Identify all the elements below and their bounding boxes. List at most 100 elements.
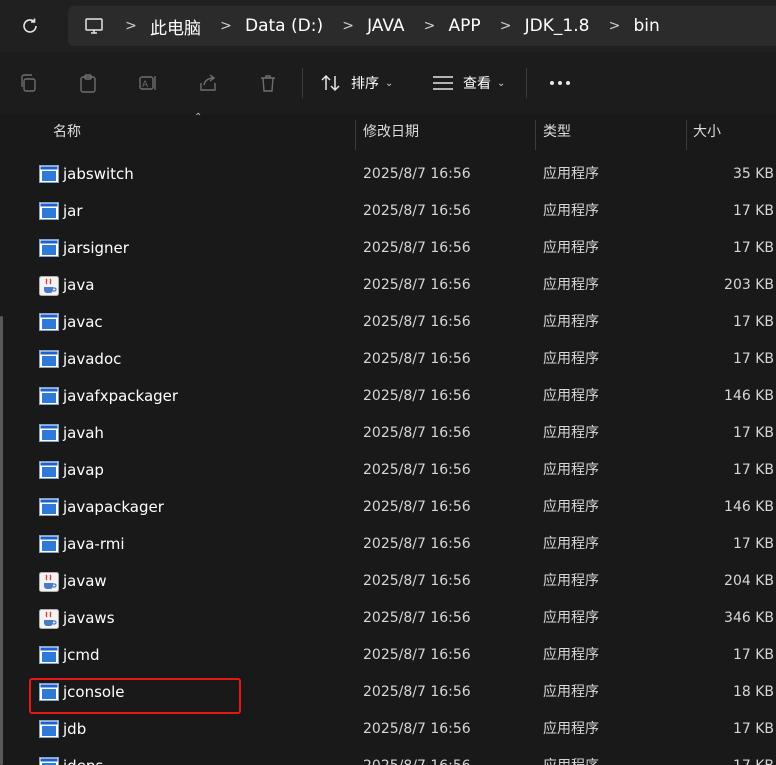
file-name[interactable]: jar xyxy=(63,193,83,230)
app-window-icon xyxy=(39,498,59,516)
file-row[interactable]: jabswitch 2025/8/7 16:56 应用程序 35 KB xyxy=(0,156,776,193)
file-type: 应用程序 xyxy=(543,166,599,182)
scrollbar[interactable] xyxy=(0,316,3,765)
file-date: 2025/8/7 16:56 xyxy=(363,721,471,737)
file-name[interactable]: javah xyxy=(63,415,104,452)
app-window-icon xyxy=(39,313,59,331)
this-pc-icon[interactable] xyxy=(84,17,106,35)
file-row[interactable]: jcmd 2025/8/7 16:56 应用程序 17 KB xyxy=(0,637,776,674)
file-size: 17 KB xyxy=(732,721,774,737)
chevron-right-icon[interactable]: > xyxy=(495,18,517,34)
breadcrumb-item-java[interactable]: JAVA xyxy=(367,16,404,36)
rename-icon[interactable]: A xyxy=(136,71,160,95)
file-row[interactable]: javaws 2025/8/7 16:56 应用程序 346 KB xyxy=(0,600,776,637)
file-date: 2025/8/7 16:56 xyxy=(363,462,471,478)
svg-text:A: A xyxy=(142,80,149,90)
file-date: 2025/8/7 16:56 xyxy=(363,748,471,765)
column-divider[interactable] xyxy=(535,120,536,150)
file-name[interactable]: javaw xyxy=(63,563,107,600)
column-date[interactable]: 修改日期 xyxy=(363,114,419,150)
file-type: 应用程序 xyxy=(543,314,599,330)
file-row[interactable]: javaw 2025/8/7 16:56 应用程序 204 KB xyxy=(0,563,776,600)
file-date: 2025/8/7 16:56 xyxy=(363,536,471,552)
column-size[interactable]: 大小 xyxy=(693,114,721,150)
refresh-icon[interactable] xyxy=(18,14,42,38)
app-window-icon xyxy=(39,239,59,257)
file-name[interactable]: jdeps xyxy=(63,748,103,765)
chevron-down-icon: ⌄ xyxy=(497,77,506,89)
chevron-right-icon[interactable]: > xyxy=(120,18,142,34)
file-name[interactable]: javap xyxy=(63,452,104,489)
file-row[interactable]: javap 2025/8/7 16:56 应用程序 17 KB xyxy=(0,452,776,489)
column-type[interactable]: 类型 xyxy=(543,114,571,150)
app-window-icon xyxy=(39,535,59,553)
chevron-right-icon[interactable]: > xyxy=(215,18,237,34)
app-window-icon xyxy=(39,757,59,765)
breadcrumb-item-drive[interactable]: Data (D:) xyxy=(245,16,323,36)
file-type: 应用程序 xyxy=(543,721,599,737)
chevron-right-icon[interactable]: > xyxy=(419,18,441,34)
breadcrumb-item-app[interactable]: APP xyxy=(449,16,481,36)
sort-button[interactable]: 排序 ⌄ xyxy=(320,68,393,98)
file-size: 35 KB xyxy=(732,166,774,182)
file-name[interactable]: jabswitch xyxy=(63,156,134,193)
file-name[interactable]: jcmd xyxy=(63,637,100,674)
java-coffee-icon xyxy=(39,276,59,296)
breadcrumb-item-bin[interactable]: bin xyxy=(633,16,659,36)
file-name[interactable]: javafxpackager xyxy=(63,378,178,415)
breadcrumb-item-this-pc[interactable]: 此电脑 xyxy=(150,14,201,39)
file-name[interactable]: javaws xyxy=(63,600,115,637)
file-type: 应用程序 xyxy=(543,647,599,663)
file-row[interactable]: java 2025/8/7 16:56 应用程序 203 KB xyxy=(0,267,776,304)
toolbar-divider xyxy=(302,68,303,98)
sort-icon xyxy=(320,74,344,92)
column-divider[interactable] xyxy=(355,120,356,150)
file-row[interactable]: jar 2025/8/7 16:56 应用程序 17 KB xyxy=(0,193,776,230)
file-name[interactable]: jarsigner xyxy=(63,230,129,267)
java-coffee-icon xyxy=(39,609,59,629)
delete-icon[interactable] xyxy=(256,71,280,95)
chevron-right-icon[interactable]: > xyxy=(603,18,625,34)
file-size: 203 KB xyxy=(724,277,774,293)
breadcrumb-item-jdk[interactable]: JDK_1.8 xyxy=(525,16,590,36)
file-size: 17 KB xyxy=(732,425,774,441)
file-name[interactable]: javadoc xyxy=(63,341,121,378)
file-name[interactable]: java-rmi xyxy=(63,526,125,563)
view-button[interactable]: 查看 ⌄ xyxy=(432,68,505,98)
file-name[interactable]: javac xyxy=(63,304,103,341)
column-divider[interactable] xyxy=(686,120,687,150)
file-type: 应用程序 xyxy=(543,351,599,367)
file-row[interactable]: java-rmi 2025/8/7 16:56 应用程序 17 KB xyxy=(0,526,776,563)
file-row[interactable]: javapackager 2025/8/7 16:56 应用程序 146 KB xyxy=(0,489,776,526)
file-size: 17 KB xyxy=(732,351,774,367)
java-coffee-icon xyxy=(39,572,59,592)
file-name[interactable]: java xyxy=(63,267,94,304)
file-list: jabswitch 2025/8/7 16:56 应用程序 35 KB jar 2025/… xyxy=(0,150,776,765)
more-options-icon[interactable] xyxy=(548,71,572,95)
file-date: 2025/8/7 16:56 xyxy=(363,573,471,589)
toolbar-divider xyxy=(526,68,527,98)
file-row[interactable]: jdb 2025/8/7 16:56 应用程序 17 KB xyxy=(0,711,776,748)
breadcrumb[interactable]: > 此电脑 > Data (D:) > JAVA > APP > JDK_1.8… xyxy=(68,6,776,46)
view-list-icon xyxy=(432,75,456,91)
file-row[interactable]: javah 2025/8/7 16:56 应用程序 17 KB xyxy=(0,415,776,452)
chevron-right-icon[interactable]: > xyxy=(337,18,359,34)
file-name[interactable]: javapackager xyxy=(63,489,164,526)
share-icon[interactable] xyxy=(196,71,220,95)
file-row[interactable]: javac 2025/8/7 16:56 应用程序 17 KB xyxy=(0,304,776,341)
file-row[interactable]: jdeps 2025/8/7 16:56 应用程序 17 KB xyxy=(0,748,776,765)
file-row[interactable]: javadoc 2025/8/7 16:56 应用程序 17 KB xyxy=(0,341,776,378)
file-row[interactable]: jarsigner 2025/8/7 16:56 应用程序 17 KB xyxy=(0,230,776,267)
file-row[interactable]: javafxpackager 2025/8/7 16:56 应用程序 146 KB xyxy=(0,378,776,415)
app-window-icon xyxy=(39,350,59,368)
file-date: 2025/8/7 16:56 xyxy=(363,425,471,441)
file-type: 应用程序 xyxy=(543,573,599,589)
file-date: 2025/8/7 16:56 xyxy=(363,499,471,515)
file-name[interactable]: jdb xyxy=(63,711,86,748)
copy-icon[interactable] xyxy=(16,71,40,95)
app-window-icon xyxy=(39,165,59,183)
file-type: 应用程序 xyxy=(543,610,599,626)
column-name[interactable]: 名称 xyxy=(53,114,81,150)
paste-icon[interactable] xyxy=(76,71,100,95)
file-date: 2025/8/7 16:56 xyxy=(363,240,471,256)
